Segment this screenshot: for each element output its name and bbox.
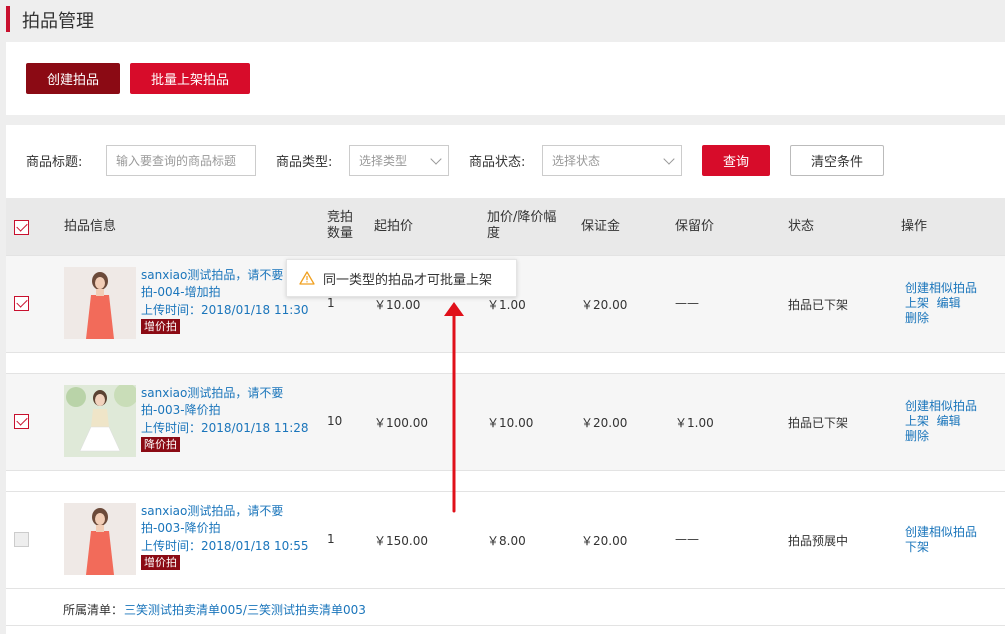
row-checkbox[interactable]: [14, 414, 29, 429]
batch-list-button[interactable]: 批量上架拍品: [130, 63, 250, 94]
auction-type-badge: 降价拍: [141, 437, 180, 452]
col-step: 加价/降价幅度: [487, 210, 557, 241]
page-title: 拍品管理: [22, 11, 94, 32]
title-search-input[interactable]: 输入要查询的商品标题: [106, 145, 256, 176]
create-item-button[interactable]: 创建拍品: [26, 63, 120, 94]
edit-link[interactable]: 编辑: [937, 414, 961, 428]
bids-count: 1: [327, 296, 335, 310]
status-select-placeholder: 选择状态: [552, 154, 601, 168]
edit-link[interactable]: 编辑: [937, 296, 961, 310]
auction-type-badge: 增价拍: [141, 319, 180, 334]
select-all-checkbox[interactable]: [14, 220, 29, 235]
warning-icon: [299, 271, 315, 285]
deposit: ￥20.00: [581, 534, 628, 548]
upload-time: 上传时间：2018/01/18 11:30: [141, 303, 309, 317]
deposit: ￥20.00: [581, 416, 628, 430]
item-status: 拍品已下架: [788, 298, 849, 312]
delete-link[interactable]: 删除: [905, 429, 977, 444]
row-spacer: [6, 352, 1005, 373]
chevron-down-icon: [430, 153, 442, 165]
row-checkbox[interactable]: [14, 296, 29, 311]
col-bids: 竞拍数量: [327, 210, 354, 241]
row-spacer: [6, 470, 1005, 491]
query-button[interactable]: 查询: [702, 145, 770, 176]
type-select[interactable]: 选择类型: [349, 145, 449, 176]
row-actions: 创建相似拍品 上架 编辑 删除: [905, 399, 977, 444]
product-thumbnail[interactable]: [64, 267, 136, 339]
col-info: 拍品信息: [64, 219, 117, 234]
list-link[interactable]: 上架: [905, 296, 929, 310]
list-link[interactable]: 上架: [905, 414, 929, 428]
upload-time: 上传时间：2018/01/18 10:55: [141, 539, 309, 553]
item-status: 拍品已下架: [788, 416, 849, 430]
price-step: ￥10.00: [487, 416, 534, 430]
start-price: ￥150.00: [374, 534, 428, 548]
type-select-placeholder: 选择类型: [359, 154, 408, 168]
product-thumbnail[interactable]: [64, 385, 136, 457]
row-actions: 创建相似拍品 上架 编辑 删除: [905, 281, 977, 326]
clear-filters-button[interactable]: 清空条件: [790, 145, 884, 176]
col-ops: 操作: [901, 219, 928, 234]
col-start-price: 起拍价: [374, 219, 414, 234]
start-price: ￥10.00: [374, 298, 421, 312]
tooltip-text: 同一类型的拍品才可批量上架: [323, 272, 493, 288]
list-membership: 所属清单： 三笑测试拍卖清单005/三笑测试拍卖清单003: [6, 588, 1005, 626]
product-title-link[interactable]: sanxiao测试拍品，请不要拍-003-降价拍: [141, 385, 316, 419]
auction-list-link[interactable]: 三笑测试拍卖清单005: [124, 603, 243, 617]
type-filter-label: 商品类型:: [276, 155, 333, 170]
delete-link[interactable]: 删除: [905, 311, 977, 326]
status-filter-label: 商品状态:: [469, 155, 526, 170]
status-select[interactable]: 选择状态: [542, 145, 682, 176]
price-step: ￥8.00: [487, 534, 526, 548]
action-panel: 创建拍品 批量上架拍品: [6, 42, 1005, 115]
col-reserve: 保留价: [675, 219, 715, 234]
title-filter-label: 商品标题:: [26, 155, 83, 170]
title-search-placeholder: 输入要查询的商品标题: [116, 154, 237, 168]
item-status: 拍品预展中: [788, 534, 849, 548]
product-title-link[interactable]: sanxiao测试拍品，请不要拍-003-降价拍: [141, 503, 316, 537]
table-row: sanxiao测试拍品，请不要拍-003-降价拍 上传时间：2018/01/18…: [6, 373, 1005, 470]
unlist-link[interactable]: 下架: [905, 540, 977, 555]
row-actions: 创建相似拍品 下架: [905, 525, 977, 555]
create-similar-link[interactable]: 创建相似拍品: [905, 525, 977, 540]
title-accent-bar: [6, 6, 10, 32]
create-similar-link[interactable]: 创建相似拍品: [905, 281, 977, 296]
upload-time: 上传时间：2018/01/18 11:28: [141, 421, 309, 435]
main-panel: 商品标题: 输入要查询的商品标题 商品类型: 选择类型 商品状态: 选择状态 查…: [6, 125, 1005, 634]
annotation-arrow: [444, 302, 464, 513]
table-row: sanxiao测试拍品，请不要拍-003-降价拍 上传时间：2018/01/18…: [6, 491, 1005, 588]
deposit: ￥20.00: [581, 298, 628, 312]
start-price: ￥100.00: [374, 416, 428, 430]
chevron-down-icon: [663, 153, 675, 165]
reserve-price: ￥1.00: [675, 416, 714, 430]
page-header: 拍品管理: [0, 0, 1005, 40]
row-checkbox[interactable]: [14, 532, 29, 547]
list-membership-label: 所属清单：: [63, 603, 124, 617]
create-similar-link[interactable]: 创建相似拍品: [905, 399, 977, 414]
col-deposit: 保证金: [581, 219, 621, 234]
reserve-price: ——: [675, 532, 699, 546]
price-step: ￥1.00: [487, 298, 526, 312]
bids-count: 10: [327, 414, 343, 428]
batch-warning-tooltip: 同一类型的拍品才可批量上架: [286, 259, 517, 297]
bids-count: 1: [327, 532, 335, 546]
auction-list-link[interactable]: 三笑测试拍卖清单003: [247, 603, 366, 617]
col-status: 状态: [788, 219, 815, 234]
table-header: 拍品信息 竞拍数量 起拍价 加价/降价幅度 保证金 保留价 状态 操作: [6, 198, 1005, 255]
auction-type-badge: 增价拍: [141, 555, 180, 570]
product-thumbnail[interactable]: [64, 503, 136, 575]
reserve-price: ——: [675, 296, 699, 310]
